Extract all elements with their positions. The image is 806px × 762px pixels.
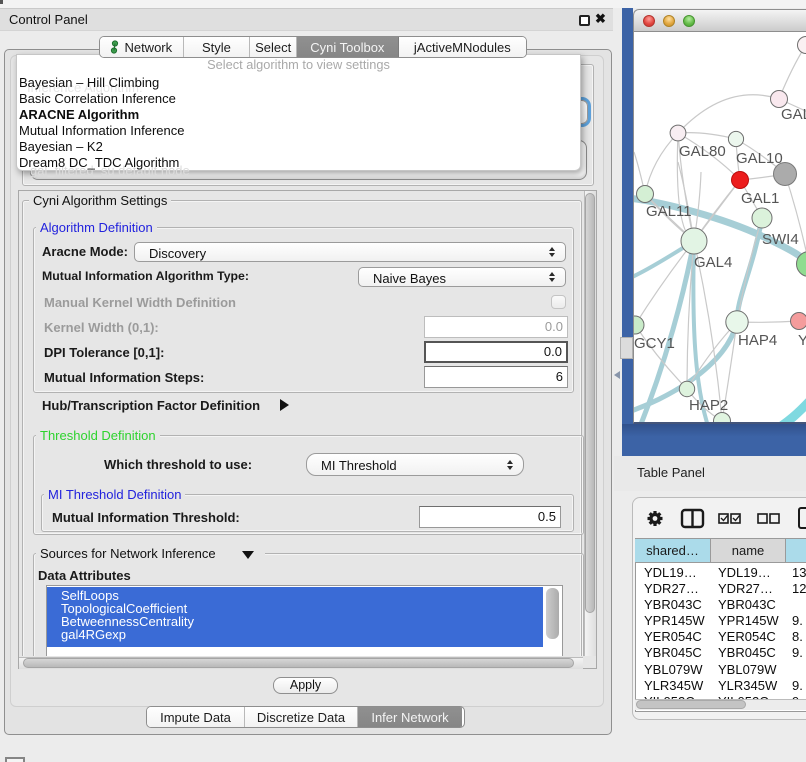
svg-text:GAL4: GAL4: [694, 254, 732, 271]
svg-text:GAL80: GAL80: [679, 143, 726, 160]
svg-text:SWI4: SWI4: [762, 231, 799, 248]
svg-text:GAL1: GAL1: [741, 190, 779, 207]
svg-text:GCY1: GCY1: [634, 335, 675, 352]
svg-text:GAL11: GAL11: [646, 203, 692, 220]
svg-text:GAL: GAL: [781, 106, 806, 123]
svg-text:Y: Y: [798, 332, 806, 349]
svg-text:HAP2: HAP2: [689, 397, 728, 414]
svg-text:GAL10: GAL10: [736, 150, 783, 167]
svg-text:HAP4: HAP4: [738, 332, 777, 349]
